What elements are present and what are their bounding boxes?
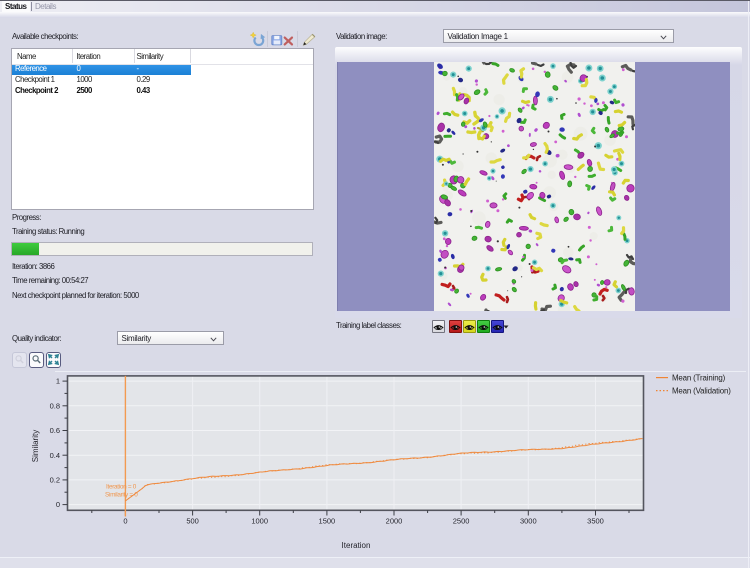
svg-text:0.8: 0.8 <box>50 401 60 410</box>
svg-text:3000: 3000 <box>520 517 537 526</box>
svg-text:3500: 3500 <box>587 517 604 526</box>
svg-text:2500: 2500 <box>453 517 470 526</box>
svg-text:1500: 1500 <box>319 517 336 526</box>
svg-text:500: 500 <box>186 517 199 526</box>
svg-text:0.4: 0.4 <box>50 451 60 460</box>
svg-text:Mean (Validation): Mean (Validation) <box>672 386 731 395</box>
svg-text:2000: 2000 <box>386 517 403 526</box>
svg-text:Similarity: Similarity <box>31 430 40 462</box>
svg-text:Mean (Training): Mean (Training) <box>672 373 726 382</box>
svg-text:1000: 1000 <box>251 517 268 526</box>
svg-text:Iteration = 0: Iteration = 0 <box>106 484 137 491</box>
svg-text:0.6: 0.6 <box>50 426 60 435</box>
svg-text:0: 0 <box>123 517 127 526</box>
svg-text:0.2: 0.2 <box>50 476 60 485</box>
svg-text:0: 0 <box>56 500 60 509</box>
svg-text:Iteration: Iteration <box>342 541 371 550</box>
svg-text:1: 1 <box>56 377 60 386</box>
